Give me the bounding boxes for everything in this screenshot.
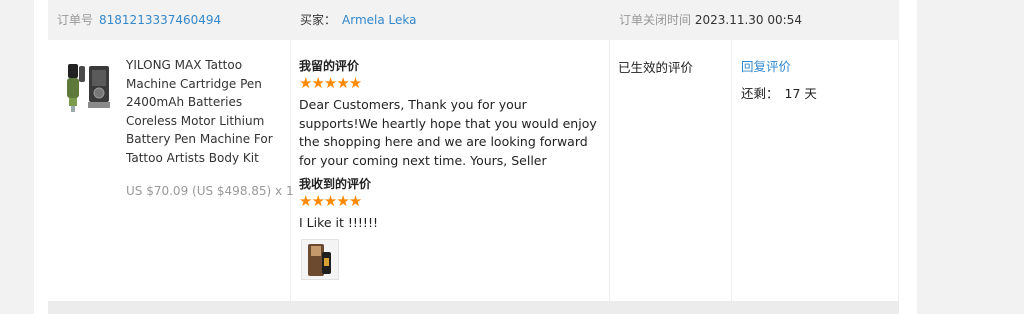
- buyer-label: 买家：: [300, 13, 337, 27]
- received-review-title: 我收到的评价: [299, 177, 372, 191]
- next-order-header: [48, 301, 899, 314]
- order-number-group: 订单号 8181213337460494: [57, 11, 221, 28]
- remaining-label: 还剩：: [741, 86, 779, 101]
- product-price: US $70.09 (US $498.85) x 1: [126, 184, 294, 198]
- received-review-text: I Like it !!!!!!: [299, 215, 378, 230]
- review-photo[interactable]: [301, 239, 339, 280]
- remaining-value: 17 天: [784, 86, 817, 101]
- actions-column: 回复评价 还剩： 17 天: [741, 56, 817, 102]
- closed-time-group: 订单关闭时间 2023.11.30 00:54: [619, 11, 802, 28]
- review-status: 已生效的评价: [618, 60, 694, 75]
- product-title-link[interactable]: YILONG MAX Tattoo Machine Cartridge Pen …: [126, 56, 286, 168]
- order-header: 订单号 8181213337460494 买家： Armela Leka 订单关闭时…: [48, 0, 899, 40]
- received-review: 我收到的评价 ★★★★★ I Like it !!!!!!: [299, 175, 604, 233]
- column-divider: [731, 40, 732, 301]
- buyer-name-link[interactable]: Armela Leka: [342, 13, 416, 27]
- review-row: YILONG MAX Tattoo Machine Cartridge Pen …: [48, 40, 899, 301]
- my-review-title: 我留的评价: [299, 59, 360, 73]
- received-review-stars: ★★★★★: [299, 192, 362, 210]
- my-review-text: Dear Customers, Thank you for your suppo…: [299, 97, 597, 168]
- column-divider: [609, 40, 610, 301]
- buyer-group: 买家： Armela Leka: [300, 11, 416, 28]
- column-divider: [290, 40, 291, 301]
- reply-review-link[interactable]: 回复评价: [741, 56, 817, 75]
- closed-time-value: 2023.11.30 00:54: [694, 13, 802, 27]
- tattoo-pen-image[interactable]: [58, 58, 114, 114]
- order-number-label: 订单号: [57, 13, 94, 27]
- my-review-stars: ★★★★★: [299, 74, 362, 92]
- my-review: 我留的评价 ★★★★★ Dear Customers, Thank you fo…: [299, 57, 604, 170]
- order-number-link[interactable]: 8181213337460494: [99, 13, 221, 27]
- remaining-time: 还剩： 17 天: [741, 83, 817, 102]
- closed-time-label: 订单关闭时间: [619, 13, 692, 27]
